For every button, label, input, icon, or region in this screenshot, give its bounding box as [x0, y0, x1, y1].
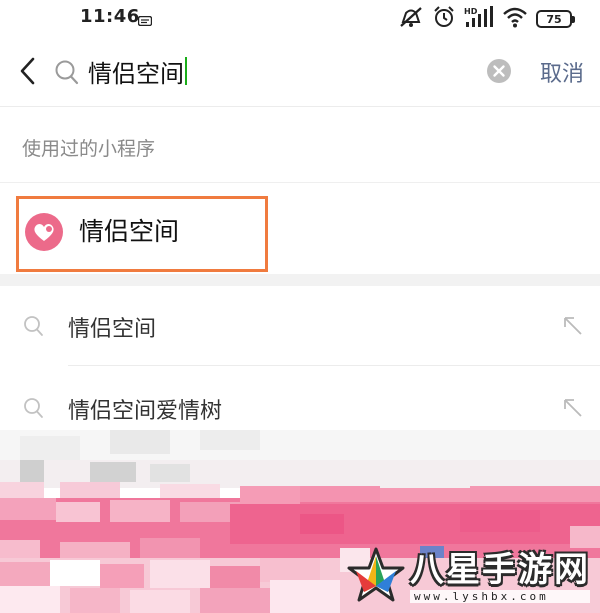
- heart-logo-icon: [25, 213, 63, 251]
- status-bar: 11:46 HD 75: [0, 0, 600, 34]
- watermark-title: 八星手游网: [410, 549, 590, 590]
- signal-icon: HD: [464, 6, 494, 32]
- star-logo-icon: [346, 546, 406, 606]
- text-caret: [185, 57, 187, 85]
- search-icon: [54, 58, 80, 86]
- search-icon: [22, 314, 46, 338]
- fill-query-arrow-icon[interactable]: [562, 315, 584, 337]
- site-watermark: 八星手游网 www.lyshbx.com: [346, 543, 594, 609]
- mute-icon: [398, 5, 424, 33]
- suggestion-text: 情侣空间爱情树: [68, 399, 223, 424]
- wifi-icon: [502, 6, 528, 32]
- svg-text:HD: HD: [464, 7, 478, 16]
- suggestion-item[interactable]: 情侣空间: [0, 290, 600, 370]
- suggestion-text: 情侣空间: [68, 317, 157, 342]
- section-label-recent-miniprograms: 使用过的小程序: [22, 138, 156, 160]
- miniprogram-name: 情侣空间: [79, 217, 180, 246]
- miniprogram-item-couple-space[interactable]: 情侣空间: [16, 196, 268, 272]
- status-icons: HD 75: [398, 5, 575, 33]
- watermark-url: www.lyshbx.com: [410, 589, 590, 603]
- battery-indicator: 75: [536, 10, 575, 28]
- screen: 11:46 HD 75 情侣空间 取消 使用过的小程序 情侣空间 情侣空间 情侣…: [0, 0, 600, 613]
- search-icon: [22, 396, 46, 420]
- search-query-text: 情侣空间: [88, 59, 184, 88]
- divider: [68, 365, 600, 366]
- clear-icon[interactable]: [486, 58, 512, 84]
- cancel-button[interactable]: 取消: [540, 56, 584, 88]
- divider: [0, 106, 600, 107]
- fill-query-arrow-icon[interactable]: [562, 397, 584, 419]
- search-bar: 情侣空间 取消: [0, 40, 600, 102]
- status-time: 11:46: [80, 6, 140, 27]
- search-input[interactable]: 情侣空间: [88, 53, 468, 89]
- divider: [0, 182, 600, 183]
- section-separator: [0, 274, 600, 286]
- alarm-icon: [432, 5, 456, 33]
- message-notification-icon: [137, 11, 153, 30]
- back-arrow-icon[interactable]: [14, 54, 42, 88]
